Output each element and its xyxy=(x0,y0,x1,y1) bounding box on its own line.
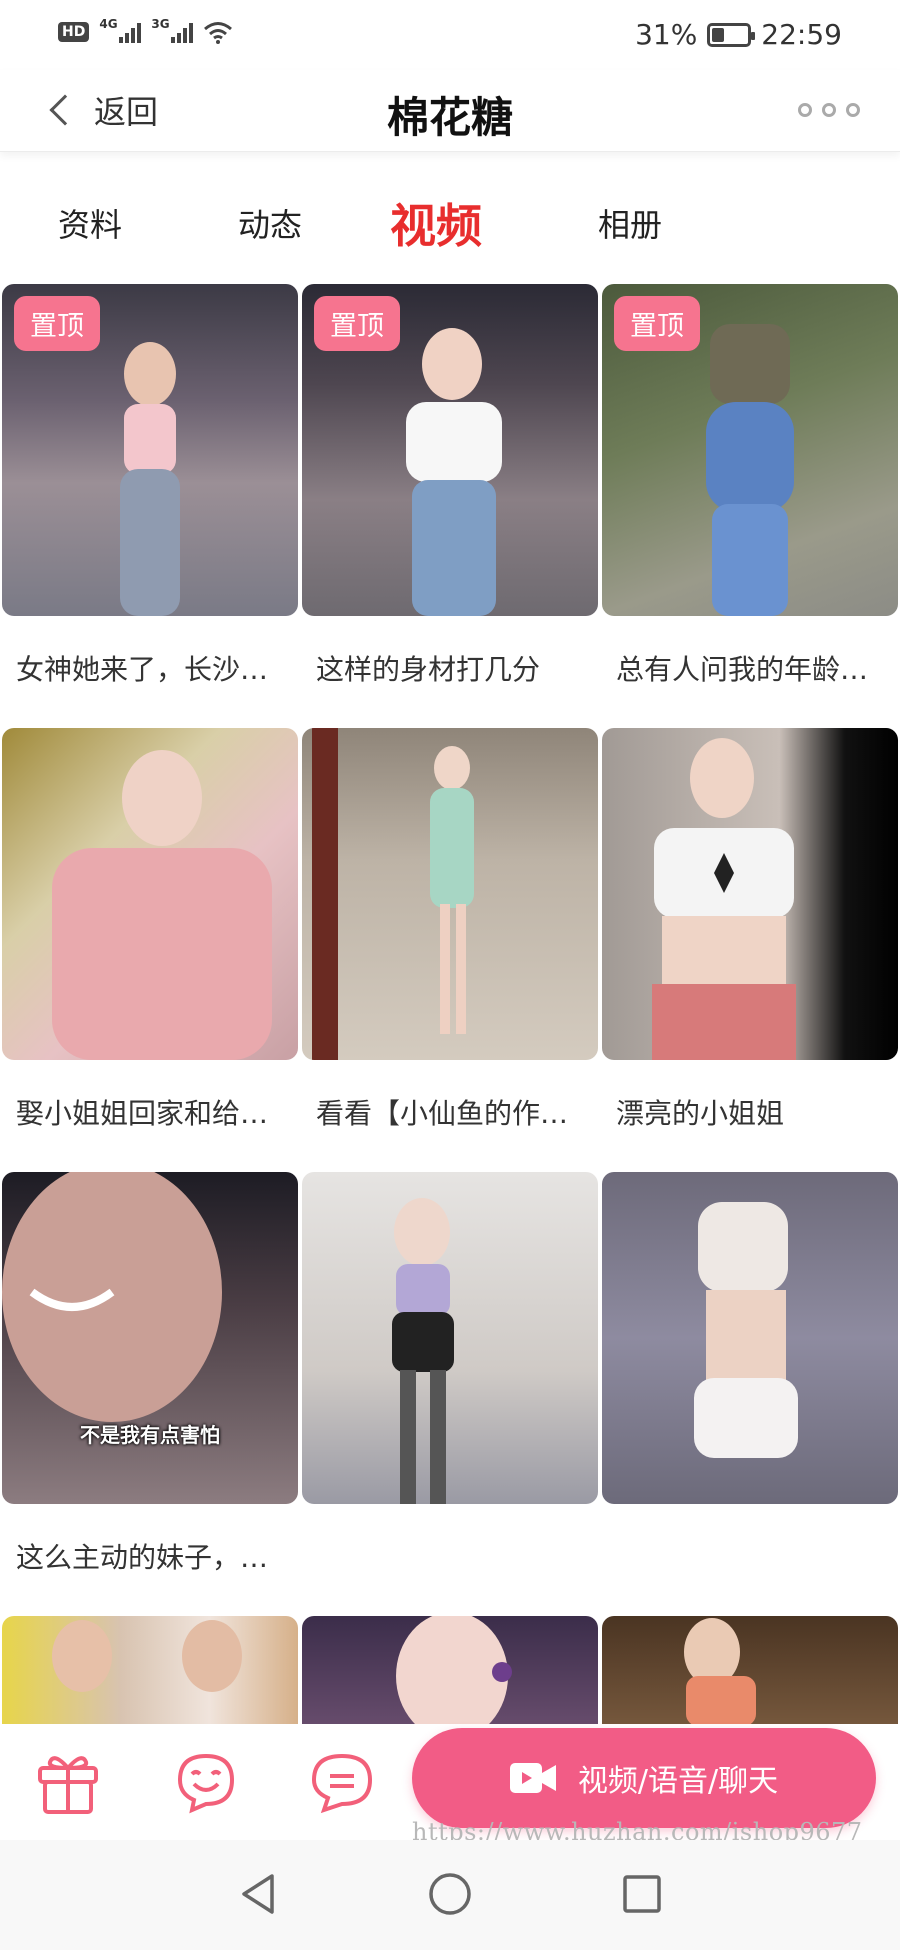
clock: 22:59 xyxy=(761,18,842,51)
video-caption: 看看【小仙鱼的作… xyxy=(316,1097,569,1130)
video-caption: 这样的身材打几分 xyxy=(316,653,541,686)
video-card[interactable]: 看看【小仙鱼的作… xyxy=(302,728,598,1130)
video-card[interactable] xyxy=(302,1172,598,1504)
pinned-badge: 置顶 xyxy=(314,296,400,351)
video-card[interactable]: 漂亮的小姐姐 xyxy=(602,728,898,1130)
video-grid: 置顶 女神她来了，长沙… 置顶 这样的身材打几分 置顶 总有人问我的年龄… 娶小… xyxy=(0,284,900,1724)
thumbnail-image xyxy=(312,728,474,1060)
tab-album[interactable]: 相册 xyxy=(598,200,662,246)
wifi-icon xyxy=(204,22,233,44)
thumbnail-image xyxy=(684,1618,756,1724)
video-caption: 娶小姐姐回家和给… xyxy=(16,1097,269,1130)
video-thumbnail[interactable] xyxy=(2,728,298,1060)
profile-tabs: 资料 动态 视频 相册 xyxy=(0,160,900,280)
chat-face-icon[interactable] xyxy=(170,1746,242,1818)
status-right: 31% 22:59 xyxy=(635,18,842,51)
hd-badge: HD xyxy=(58,22,90,42)
video-caption: 女神她来了，长沙… xyxy=(16,653,269,686)
thumbnail-image xyxy=(396,1616,512,1724)
message-icon[interactable] xyxy=(306,1746,378,1818)
video-card[interactable]: 置顶 女神她来了，长沙… xyxy=(2,284,298,686)
thumbnail-image xyxy=(52,1620,242,1692)
battery-percent: 31% xyxy=(635,18,698,51)
video-thumbnail[interactable] xyxy=(302,1616,598,1724)
page-title: 棉花糖 xyxy=(386,93,513,142)
more-dot-icon xyxy=(846,103,860,117)
status-indicators: HD 4G 3G xyxy=(58,17,233,44)
video-voice-chat-button[interactable]: 视频/语音/聊天 xyxy=(412,1728,876,1828)
video-thumbnail[interactable] xyxy=(302,728,598,1060)
video-card[interactable]: 娶小姐姐回家和给… xyxy=(2,728,298,1130)
tab-videos[interactable]: 视频 xyxy=(390,190,482,256)
video-thumbnail[interactable]: 置顶 xyxy=(602,284,898,616)
pinned-badge: 置顶 xyxy=(614,296,700,351)
thumbnail-image xyxy=(52,750,272,1060)
battery-icon xyxy=(707,22,756,47)
video-card[interactable]: 置顶 总有人问我的年龄… xyxy=(602,284,898,686)
video-thumbnail[interactable]: 置顶 xyxy=(2,284,298,616)
thumbnail-image xyxy=(2,1172,222,1422)
action-button-label: 视频/语音/聊天 xyxy=(577,1764,779,1799)
back-triangle-icon[interactable] xyxy=(234,1870,282,1918)
signal-3g-icon: 3G xyxy=(151,17,194,43)
status-bar: HD 4G 3G 31% 22:59 xyxy=(0,0,900,70)
tab-moments[interactable]: 动态 xyxy=(238,200,302,246)
home-circle-icon[interactable] xyxy=(426,1870,474,1918)
video-thumbnail[interactable] xyxy=(602,1172,898,1504)
video-thumbnail[interactable] xyxy=(602,1616,898,1724)
video-camera-icon xyxy=(509,1763,556,1793)
video-thumbnail[interactable]: 置顶 xyxy=(302,284,598,616)
tab-profile[interactable]: 资料 xyxy=(58,200,122,246)
pinned-badge: 置顶 xyxy=(14,296,100,351)
more-options-button[interactable] xyxy=(798,90,860,130)
video-subtitle-overlay: 不是我有点害怕 xyxy=(80,1423,220,1447)
signal-4g-icon: 4G xyxy=(99,17,142,43)
gift-icon[interactable] xyxy=(32,1746,104,1818)
video-caption: 漂亮的小姐姐 xyxy=(616,1097,785,1130)
video-card[interactable] xyxy=(602,1616,898,1724)
recent-apps-icon[interactable] xyxy=(618,1870,666,1918)
video-thumbnail[interactable]: 不是我有点害怕 xyxy=(2,1172,298,1504)
video-thumbnail[interactable] xyxy=(2,1616,298,1724)
video-card[interactable]: 置顶 这样的身材打几分 xyxy=(302,284,598,686)
nav-bar: 返回 棉花糖 xyxy=(0,70,900,152)
thumbnail-image xyxy=(392,1198,454,1504)
thumbnail-image xyxy=(652,738,796,1060)
video-card[interactable] xyxy=(2,1616,298,1724)
video-card[interactable] xyxy=(602,1172,898,1504)
system-navigation-bar xyxy=(0,1840,900,1950)
video-card[interactable] xyxy=(302,1616,598,1724)
more-dot-icon xyxy=(822,103,836,117)
more-dot-icon xyxy=(798,103,812,117)
thumbnail-image xyxy=(694,1202,798,1458)
video-thumbnail[interactable] xyxy=(302,1172,598,1504)
video-thumbnail[interactable] xyxy=(602,728,898,1060)
video-card[interactable]: 不是我有点害怕 这么主动的妹子，… xyxy=(2,1172,298,1574)
video-caption: 这么主动的妹子，… xyxy=(16,1541,269,1574)
video-caption: 总有人问我的年龄… xyxy=(616,653,869,686)
